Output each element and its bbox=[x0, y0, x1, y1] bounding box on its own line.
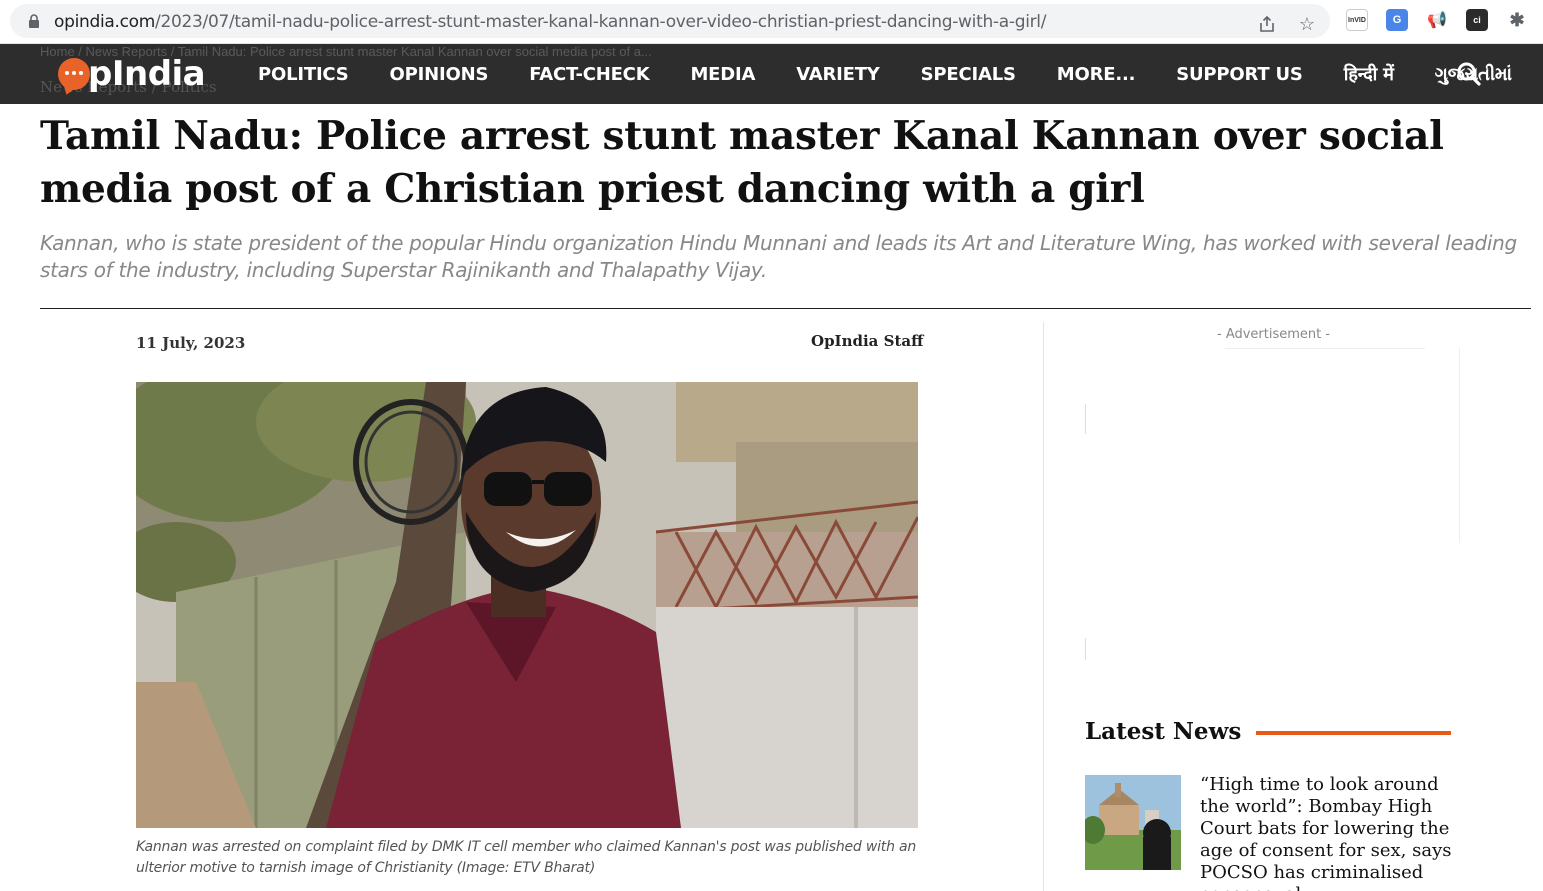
latest-news-heading: Latest News bbox=[1085, 718, 1242, 745]
megaphone-extension-icon[interactable]: 📢 bbox=[1426, 9, 1448, 31]
share-icon[interactable] bbox=[1256, 13, 1278, 35]
lock-icon bbox=[29, 14, 39, 28]
speech-bubble-logo-icon bbox=[58, 58, 90, 90]
article-featured-image bbox=[136, 382, 918, 828]
advertisement-label: - Advertisement - bbox=[1217, 327, 1331, 342]
url-path: /2023/07/tamil-nadu-police-arrest-stunt-… bbox=[155, 12, 1047, 32]
opindia-logo[interactable]: pIndia bbox=[58, 54, 206, 94]
address-bar[interactable]: opindia.com/2023/07/tamil-nadu-police-ar… bbox=[10, 4, 1330, 38]
latest-news-item-headline[interactable]: “High time to look around the world”: Bo… bbox=[1200, 774, 1460, 891]
latest-news-accent-bar bbox=[1256, 731, 1451, 735]
nav-item-specials[interactable]: SPECIALS bbox=[921, 64, 1016, 85]
search-icon[interactable] bbox=[1456, 61, 1482, 87]
translate-extension-icon[interactable]: G bbox=[1386, 9, 1408, 31]
article-subtitle: Kannan, who is state president of the po… bbox=[40, 231, 1517, 282]
man-in-sunglasses-photo bbox=[136, 382, 918, 828]
article-date: 11 July, 2023 bbox=[136, 334, 246, 352]
nav-item-more[interactable]: MORE... bbox=[1057, 64, 1136, 85]
nav-item-media[interactable]: MEDIA bbox=[690, 64, 755, 85]
nav-item-variety[interactable]: VARIETY bbox=[796, 64, 880, 85]
nav-item-hindi[interactable]: हिन्दी में bbox=[1344, 62, 1394, 86]
browser-toolbar: opindia.com/2023/07/tamil-nadu-police-ar… bbox=[0, 0, 1543, 44]
ci-extension-icon[interactable]: ci bbox=[1466, 9, 1488, 31]
url-text: opindia.com/2023/07/tamil-nadu-police-ar… bbox=[54, 12, 1046, 32]
nav-item-fact-check[interactable]: FACT-CHECK bbox=[529, 64, 649, 85]
bookmark-star-icon[interactable]: ☆ bbox=[1296, 13, 1318, 35]
extensions-puzzle-icon[interactable]: ✱ bbox=[1506, 9, 1528, 31]
nav-item-opinions[interactable]: OPINIONS bbox=[390, 64, 489, 85]
logo-text: pIndia bbox=[88, 54, 206, 94]
advertisement-slot[interactable] bbox=[1085, 348, 1460, 660]
header-divider bbox=[40, 308, 1531, 309]
article-author[interactable]: OpIndia Staff bbox=[811, 332, 923, 350]
article-title: Tamil Nadu: Police arrest stunt master K… bbox=[40, 113, 1444, 212]
site-navbar: Home / News Reports / Tamil Nadu: Police… bbox=[0, 44, 1543, 104]
invid-extension-icon[interactable]: InVID bbox=[1346, 9, 1368, 31]
sidebar-divider bbox=[1043, 322, 1044, 891]
nav-item-politics[interactable]: POLITICS bbox=[258, 64, 349, 85]
court-building-thumbnail bbox=[1085, 775, 1181, 870]
nav-menu: POLITICS OPINIONS FACT-CHECK MEDIA VARIE… bbox=[258, 44, 1543, 104]
latest-news-thumbnail[interactable] bbox=[1085, 775, 1181, 870]
nav-item-support-us[interactable]: SUPPORT US bbox=[1176, 64, 1303, 85]
image-caption: Kannan was arrested on complaint filed b… bbox=[136, 839, 917, 876]
url-domain: opindia.com bbox=[54, 12, 156, 32]
